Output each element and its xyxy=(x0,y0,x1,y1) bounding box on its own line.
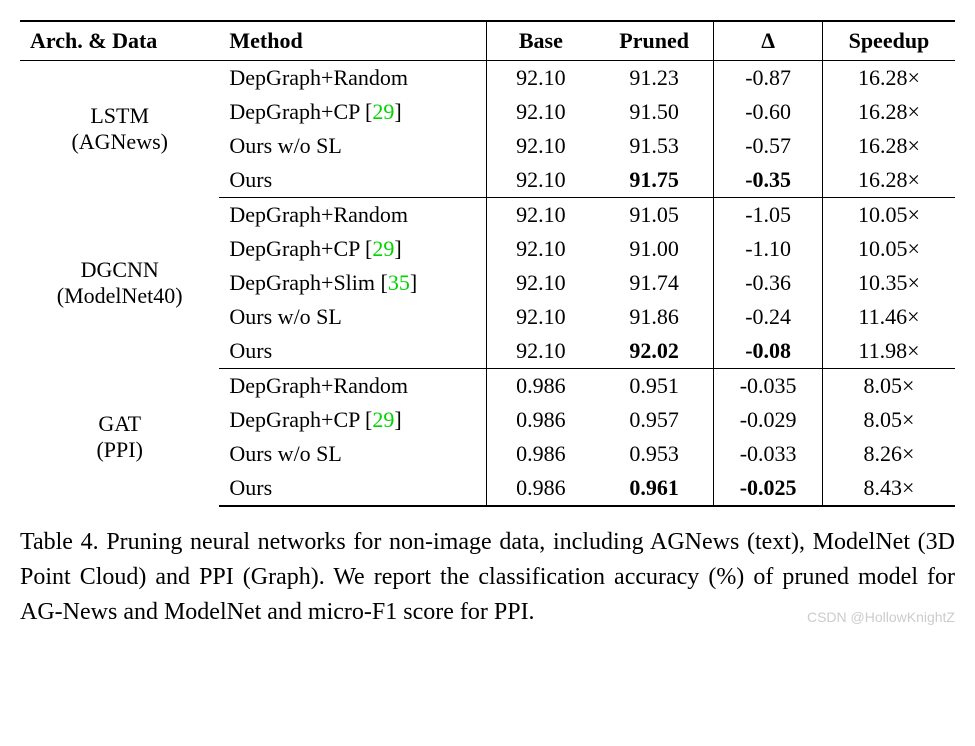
method-cell: Ours w/o SL xyxy=(219,300,486,334)
base-cell: 0.986 xyxy=(486,437,595,471)
method-cell: Ours xyxy=(219,334,486,369)
delta-cell: -0.36 xyxy=(714,266,822,300)
method-cell: Ours w/o SL xyxy=(219,129,486,163)
method-cell: Ours xyxy=(219,163,486,198)
col-delta: Δ xyxy=(714,21,822,61)
citation-link[interactable]: 35 xyxy=(388,270,410,295)
pruned-cell: 91.50 xyxy=(595,95,714,129)
table-row: DGCNN(ModelNet40)DepGraph+Random92.1091.… xyxy=(20,198,955,233)
table-row: LSTM(AGNews)DepGraph+Random92.1091.23-0.… xyxy=(20,61,955,96)
pruned-cell: 91.05 xyxy=(595,198,714,233)
base-cell: 92.10 xyxy=(486,232,595,266)
citation-link[interactable]: 29 xyxy=(372,407,394,432)
base-cell: 92.10 xyxy=(486,163,595,198)
arch-name: GAT xyxy=(30,411,209,437)
delta-cell: -0.87 xyxy=(714,61,822,96)
speedup-cell: 16.28× xyxy=(822,61,955,96)
method-cell: DepGraph+Random xyxy=(219,198,486,233)
base-cell: 0.986 xyxy=(486,369,595,404)
speedup-cell: 8.43× xyxy=(822,471,955,506)
method-cell: DepGraph+CP [29] xyxy=(219,403,486,437)
col-method: Method xyxy=(219,21,486,61)
pruned-cell: 91.74 xyxy=(595,266,714,300)
speedup-cell: 8.05× xyxy=(822,403,955,437)
delta-cell: -0.035 xyxy=(714,369,822,404)
pruned-cell: 0.953 xyxy=(595,437,714,471)
arch-dataset: (AGNews) xyxy=(30,129,209,155)
table-header-row: Arch. & Data Method Base Pruned Δ Speedu… xyxy=(20,21,955,61)
speedup-cell: 10.05× xyxy=(822,232,955,266)
base-cell: 0.986 xyxy=(486,471,595,506)
col-pruned: Pruned xyxy=(595,21,714,61)
arch-name: DGCNN xyxy=(30,257,209,283)
delta-cell: -0.60 xyxy=(714,95,822,129)
base-cell: 92.10 xyxy=(486,334,595,369)
col-speedup: Speedup xyxy=(822,21,955,61)
delta-cell: -0.025 xyxy=(714,471,822,506)
citation-link[interactable]: 29 xyxy=(372,236,394,261)
citation-link[interactable]: 29 xyxy=(372,99,394,124)
base-cell: 0.986 xyxy=(486,403,595,437)
col-arch: Arch. & Data xyxy=(20,21,219,61)
method-cell: DepGraph+Random xyxy=(219,61,486,96)
arch-cell: DGCNN(ModelNet40) xyxy=(20,198,219,369)
delta-cell: -1.10 xyxy=(714,232,822,266)
speedup-cell: 8.26× xyxy=(822,437,955,471)
method-cell: DepGraph+CP [29] xyxy=(219,232,486,266)
pruned-cell: 91.23 xyxy=(595,61,714,96)
delta-cell: -0.029 xyxy=(714,403,822,437)
pruned-cell: 0.951 xyxy=(595,369,714,404)
arch-name: LSTM xyxy=(30,103,209,129)
arch-dataset: (ModelNet40) xyxy=(30,283,209,309)
delta-cell: -0.24 xyxy=(714,300,822,334)
pruned-cell: 0.957 xyxy=(595,403,714,437)
pruned-cell: 0.961 xyxy=(595,471,714,506)
table-row: GAT(PPI)DepGraph+Random0.9860.951-0.0358… xyxy=(20,369,955,404)
arch-cell: GAT(PPI) xyxy=(20,369,219,507)
speedup-cell: 10.05× xyxy=(822,198,955,233)
method-cell: DepGraph+Slim [35] xyxy=(219,266,486,300)
col-base: Base xyxy=(486,21,595,61)
method-cell: DepGraph+Random xyxy=(219,369,486,404)
base-cell: 92.10 xyxy=(486,198,595,233)
speedup-cell: 11.46× xyxy=(822,300,955,334)
base-cell: 92.10 xyxy=(486,266,595,300)
speedup-cell: 11.98× xyxy=(822,334,955,369)
speedup-cell: 16.28× xyxy=(822,163,955,198)
delta-cell: -0.033 xyxy=(714,437,822,471)
pruned-cell: 91.00 xyxy=(595,232,714,266)
delta-cell: -0.57 xyxy=(714,129,822,163)
pruned-cell: 92.02 xyxy=(595,334,714,369)
base-cell: 92.10 xyxy=(486,95,595,129)
speedup-cell: 10.35× xyxy=(822,266,955,300)
delta-cell: -1.05 xyxy=(714,198,822,233)
delta-cell: -0.35 xyxy=(714,163,822,198)
pruned-cell: 91.75 xyxy=(595,163,714,198)
method-cell: Ours w/o SL xyxy=(219,437,486,471)
base-cell: 92.10 xyxy=(486,300,595,334)
speedup-cell: 16.28× xyxy=(822,129,955,163)
delta-cell: -0.08 xyxy=(714,334,822,369)
base-cell: 92.10 xyxy=(486,61,595,96)
pruned-cell: 91.86 xyxy=(595,300,714,334)
speedup-cell: 16.28× xyxy=(822,95,955,129)
speedup-cell: 8.05× xyxy=(822,369,955,404)
method-cell: DepGraph+CP [29] xyxy=(219,95,486,129)
pruned-cell: 91.53 xyxy=(595,129,714,163)
results-table: Arch. & Data Method Base Pruned Δ Speedu… xyxy=(20,20,955,507)
arch-cell: LSTM(AGNews) xyxy=(20,61,219,198)
base-cell: 92.10 xyxy=(486,129,595,163)
arch-dataset: (PPI) xyxy=(30,437,209,463)
method-cell: Ours xyxy=(219,471,486,506)
